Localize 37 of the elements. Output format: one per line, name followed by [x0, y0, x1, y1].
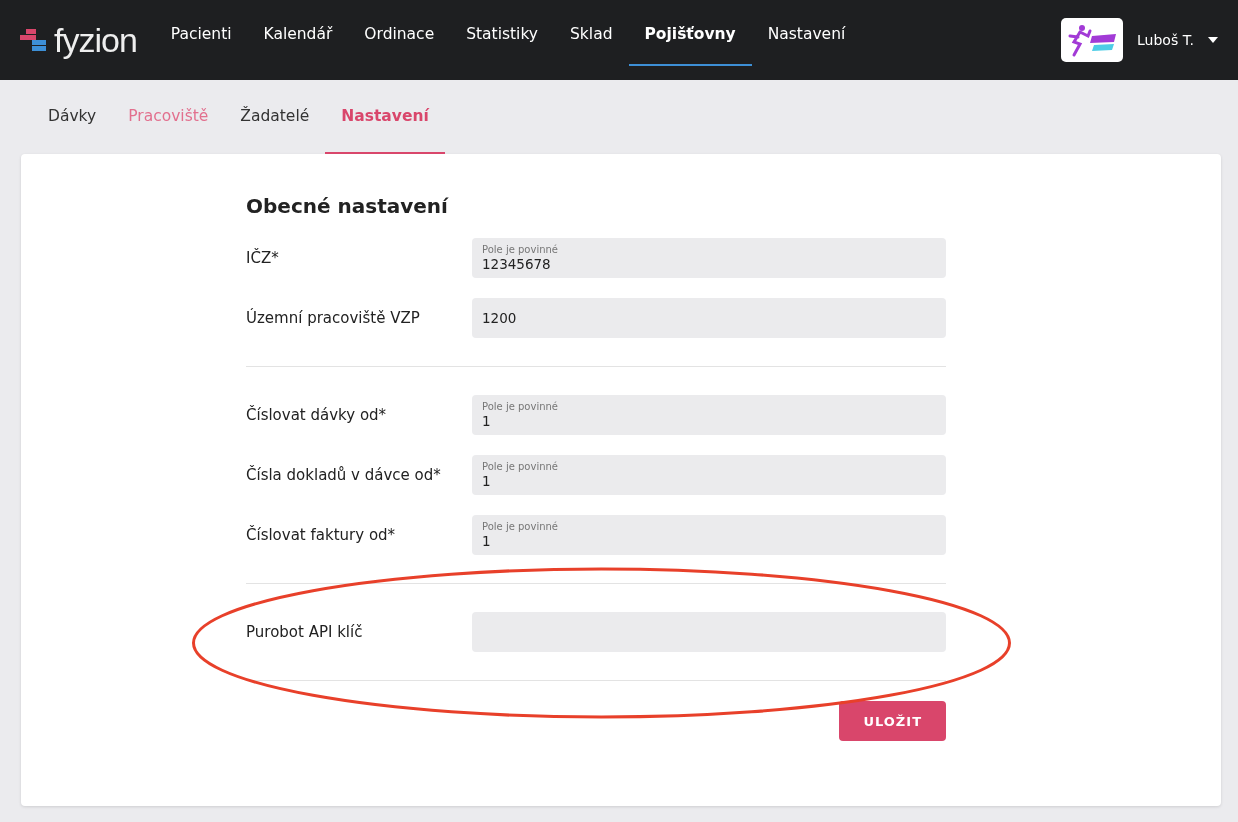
nav-item[interactable]: Kalendář	[247, 2, 349, 66]
nav-item[interactable]: Pojišťovny	[628, 2, 752, 66]
save-button[interactable]: ULOŽIT	[839, 701, 946, 741]
nav-item[interactable]: Pacienti	[154, 2, 248, 66]
field-label: Čísla dokladů v dávce od*	[246, 466, 442, 484]
field-value: 1200	[482, 310, 518, 326]
form-title: Obecné nastavení	[246, 194, 450, 218]
field-label: IČZ*	[246, 249, 280, 267]
nav-item[interactable]: Sklad	[554, 2, 629, 66]
field-helper-text: Pole je povinné	[482, 401, 559, 413]
input-field[interactable]: 1200	[472, 298, 946, 338]
input-field[interactable]: Pole je povinné 1	[472, 455, 946, 495]
field-label: Purobot API klíč	[246, 623, 364, 641]
user-avatar[interactable]	[1061, 18, 1124, 62]
logo-text: fyzion	[54, 20, 137, 60]
sub-tab[interactable]: Žadatelé	[224, 80, 326, 154]
nav-item[interactable]: Statistiky	[450, 2, 555, 66]
field-value: 1	[482, 533, 492, 549]
field-value: 1	[482, 413, 492, 429]
logo-icon	[20, 29, 46, 51]
input-field[interactable]: Pole je povinné 1	[472, 515, 946, 555]
nav-item[interactable]: Nastavení	[751, 2, 862, 66]
input-field[interactable]: Pole je povinné 12345678	[472, 238, 946, 278]
sub-tab[interactable]: Dávky	[32, 80, 113, 154]
field-value: 12345678	[482, 256, 552, 272]
field-helper-text: Pole je povinné	[482, 244, 559, 256]
caret-icon[interactable]	[1208, 37, 1218, 43]
user-name[interactable]: Luboš T.	[1137, 32, 1194, 48]
runner-logo-icon	[1066, 22, 1119, 58]
field-helper-text: Pole je povinné	[482, 461, 559, 473]
field-label: Číslovat dávky od*	[246, 406, 388, 424]
field-label: Územní pracoviště VZP	[246, 309, 421, 327]
input-field[interactable]: Pole je povinné 1	[472, 395, 946, 435]
field-value: 1	[482, 473, 492, 489]
field-helper-text: Pole je povinné	[482, 521, 559, 533]
field-label: Číslovat faktury od*	[246, 526, 397, 544]
nav-item[interactable]: Ordinace	[348, 2, 451, 66]
